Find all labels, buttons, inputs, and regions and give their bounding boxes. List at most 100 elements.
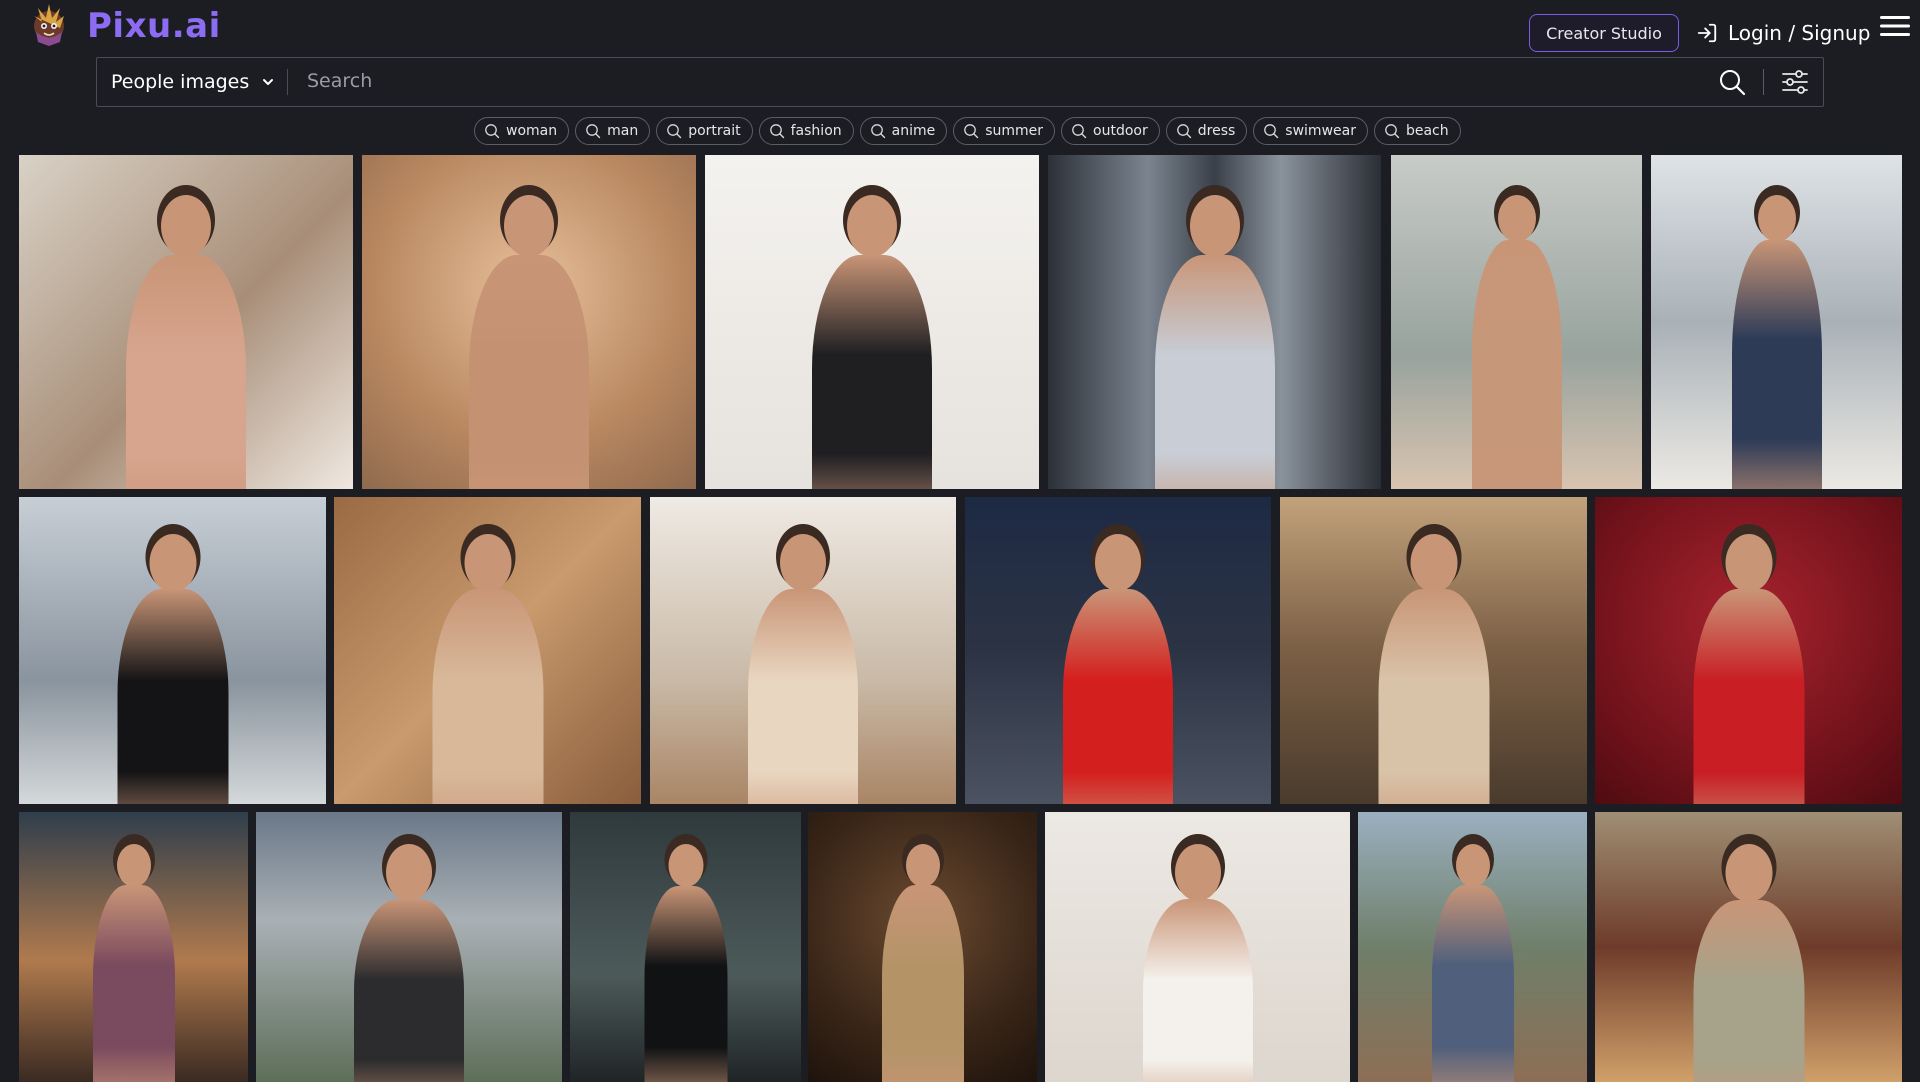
tag-chip-label: anime	[891, 123, 936, 139]
image-figure-head	[116, 844, 151, 887]
tag-chip-label: portrait	[688, 123, 741, 139]
search-icon	[870, 124, 885, 139]
image-figure-head	[464, 534, 511, 592]
tag-chip-fashion[interactable]: fashion	[758, 117, 854, 145]
image-figure-body	[1731, 240, 1822, 489]
filter-sliders-icon[interactable]	[1780, 67, 1810, 97]
image-figure-head	[1725, 534, 1772, 592]
gallery-image-tile[interactable]	[1391, 155, 1642, 489]
tag-chip-label: outdoor	[1093, 123, 1148, 139]
chevron-down-icon	[263, 78, 274, 85]
search-icon	[1176, 124, 1191, 139]
image-figure-head	[905, 844, 940, 887]
gallery-image-tile[interactable]	[705, 155, 1039, 489]
tag-chip-label: woman	[506, 123, 558, 139]
image-figure-body	[1378, 589, 1489, 804]
header: Pixu.ai Creator Studio Login / Signup	[0, 0, 1920, 56]
tag-chip-swimwear[interactable]: swimwear	[1253, 117, 1368, 145]
image-figure-head	[1725, 844, 1772, 902]
tag-chip-portrait[interactable]: portrait	[656, 117, 753, 145]
tag-chip-anime[interactable]: anime	[859, 117, 948, 145]
gallery-image-tile[interactable]	[570, 812, 801, 1082]
login-signup-link[interactable]: Login / Signup	[1696, 14, 1870, 52]
image-figure-body	[354, 899, 464, 1082]
tag-chip-summer[interactable]: summer	[953, 117, 1056, 145]
search-bar: People images	[96, 57, 1824, 107]
image-figure-head	[386, 844, 432, 901]
image-figure-body	[92, 885, 175, 1082]
gallery-image-tile[interactable]	[1048, 155, 1381, 489]
tag-chip-label: fashion	[790, 123, 842, 139]
gallery-image-tile[interactable]	[1651, 155, 1902, 489]
gallery-image-tile[interactable]	[1358, 812, 1587, 1082]
search-divider	[287, 69, 288, 95]
image-figure-head	[1455, 844, 1490, 887]
search-divider-right	[1763, 69, 1764, 95]
category-dropdown[interactable]: People images	[97, 58, 287, 105]
gallery-image-tile[interactable]	[650, 497, 956, 804]
tag-chip-label: beach	[1405, 123, 1449, 139]
tag-chip-outdoor[interactable]: outdoor	[1061, 117, 1160, 145]
search-icon	[1385, 124, 1400, 139]
category-dropdown-value: People images	[111, 70, 250, 93]
gallery-image-tile[interactable]	[19, 497, 326, 804]
image-figure-body	[469, 255, 589, 489]
tag-chip-beach[interactable]: beach	[1373, 117, 1461, 145]
image-figure-head	[149, 534, 196, 592]
image-figure-head	[1410, 534, 1457, 592]
image-figure-body	[748, 589, 858, 804]
image-figure-head	[1497, 195, 1536, 242]
search-icon	[586, 124, 601, 139]
search-input[interactable]	[305, 64, 1705, 98]
gallery-image-tile[interactable]	[362, 155, 696, 489]
image-figure-body	[881, 885, 964, 1082]
image-figure-body	[644, 886, 727, 1082]
login-signup-label: Login / Signup	[1728, 21, 1871, 45]
login-icon	[1697, 23, 1717, 43]
tag-chip-label: swimwear	[1285, 123, 1356, 139]
image-figure-body	[1693, 589, 1804, 804]
gallery-image-tile[interactable]	[19, 812, 248, 1082]
tag-chip-man[interactable]: man	[575, 117, 651, 145]
search-icon[interactable]	[1717, 67, 1747, 97]
brand-name[interactable]: Pixu.ai	[87, 6, 221, 46]
gallery-image-tile[interactable]	[1045, 812, 1350, 1082]
image-figure-head	[780, 534, 826, 591]
image-figure-body	[432, 589, 543, 804]
image-figure-body	[1154, 255, 1275, 489]
pixu-logo-icon[interactable]	[26, 2, 72, 48]
tag-chip-label: dress	[1197, 123, 1236, 139]
image-gallery	[0, 0, 1920, 1082]
gallery-image-tile[interactable]	[1595, 812, 1902, 1082]
tag-chip-dress[interactable]: dress	[1165, 117, 1248, 145]
image-figure-head	[161, 195, 211, 257]
image-figure-head	[668, 844, 703, 887]
gallery-image-tile[interactable]	[808, 812, 1037, 1082]
gallery-image-tile[interactable]	[256, 812, 562, 1082]
search-icon	[769, 124, 784, 139]
image-figure-head	[1189, 195, 1240, 257]
image-figure-head	[1757, 195, 1796, 242]
tag-chip-row: woman man portrait fashion anime summer outdoo…	[474, 117, 1461, 145]
gallery-image-tile[interactable]	[19, 155, 353, 489]
image-figure-body	[1431, 885, 1514, 1082]
gallery-image-tile[interactable]	[1280, 497, 1587, 804]
search-icon	[1072, 124, 1087, 139]
image-figure-body	[1142, 899, 1253, 1082]
image-figure-body	[126, 255, 246, 489]
gallery-image-tile[interactable]	[1595, 497, 1902, 804]
image-figure-body	[117, 589, 228, 804]
search-icon	[964, 124, 979, 139]
image-figure-body	[1693, 900, 1804, 1082]
creator-studio-button[interactable]: Creator Studio	[1529, 14, 1679, 52]
search-icon	[667, 124, 682, 139]
tag-chip-woman[interactable]: woman	[474, 117, 570, 145]
image-figure-body	[812, 255, 932, 489]
search-icon	[485, 124, 500, 139]
hamburger-menu-icon[interactable]	[1879, 14, 1911, 38]
gallery-image-tile[interactable]	[965, 497, 1271, 804]
image-figure-head	[1174, 844, 1221, 901]
tag-chip-label: man	[607, 123, 639, 139]
image-figure-head	[504, 195, 554, 257]
gallery-image-tile[interactable]	[334, 497, 641, 804]
